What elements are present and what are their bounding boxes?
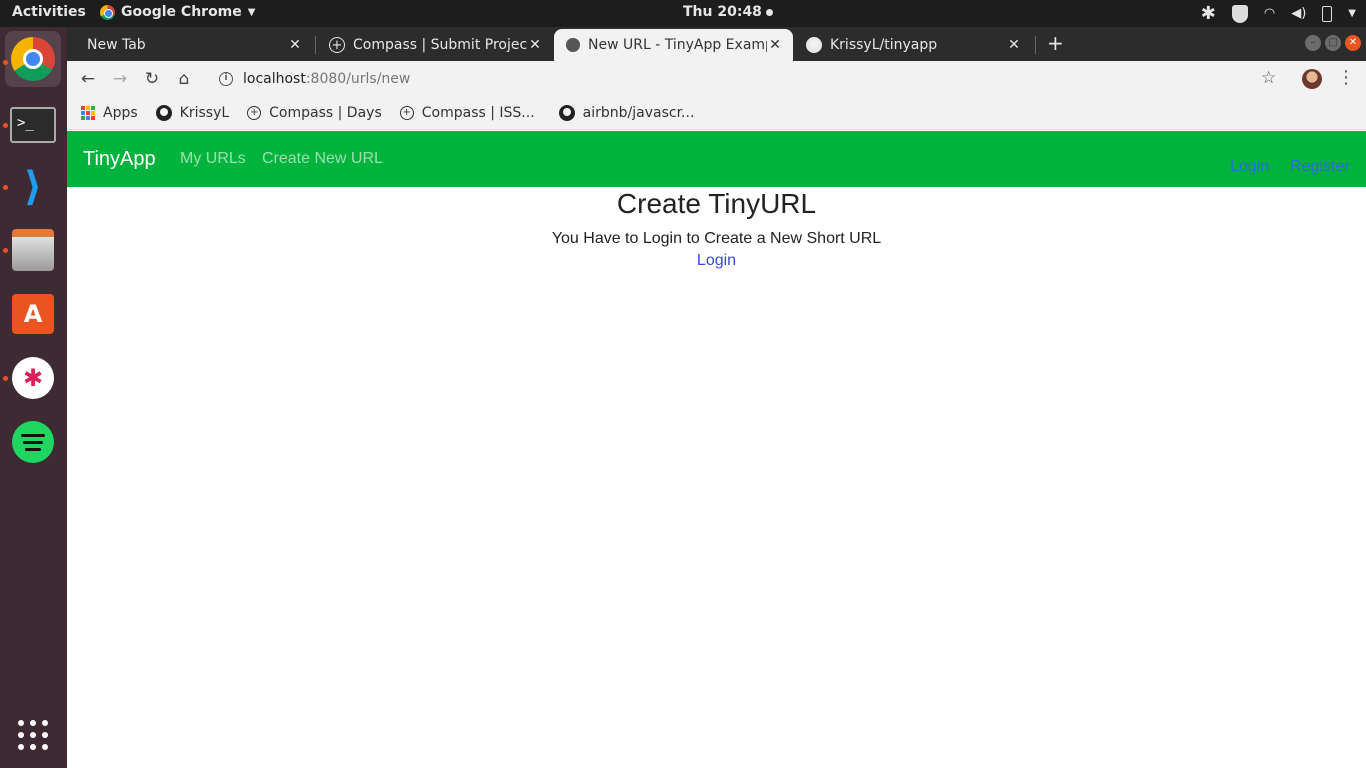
main-content: Create TinyURL You Have to Login to Crea… bbox=[67, 187, 1366, 270]
clock-label: Thu 20:48 bbox=[683, 4, 762, 20]
bookmark-label: Compass | Days bbox=[269, 105, 382, 121]
chevron-down-icon[interactable]: ▼ bbox=[1348, 8, 1356, 19]
running-indicator bbox=[3, 123, 8, 128]
github-icon bbox=[155, 105, 172, 121]
nav-my-urls[interactable]: My URLs bbox=[180, 150, 246, 168]
system-tray[interactable]: ✱ ◠ ◀) ▼ bbox=[1201, 3, 1356, 24]
tab-title: KrissyL/tinyapp bbox=[830, 37, 938, 53]
file-cabinet-icon bbox=[12, 229, 54, 271]
battery-icon[interactable] bbox=[1322, 5, 1333, 22]
tab-github-tinyapp[interactable]: KrissyL/tinyapp ✕ bbox=[794, 29, 1032, 61]
tab-tinyapp[interactable]: New URL - TinyApp Example ✕ bbox=[554, 29, 793, 61]
github-icon bbox=[806, 37, 822, 53]
tab-separator bbox=[1035, 36, 1036, 54]
reload-button[interactable]: ↻ bbox=[141, 68, 163, 90]
compass-icon: + bbox=[329, 37, 345, 53]
bookmarks-bar: Apps KrissyL + Compass | Days + Compass … bbox=[67, 97, 1366, 130]
globe-icon bbox=[566, 38, 580, 52]
bookmark-krissyl[interactable]: KrissyL bbox=[155, 105, 230, 121]
brand-link[interactable]: TinyApp bbox=[83, 148, 156, 171]
bookmark-label: Compass | ISS... bbox=[421, 105, 535, 121]
compass-icon: + bbox=[399, 106, 414, 120]
bookmark-label: KrissyL bbox=[179, 105, 230, 121]
close-icon[interactable]: ✕ bbox=[287, 37, 303, 53]
tab-strip: New Tab ✕ + Compass | Submit Project ✕ N… bbox=[67, 27, 1366, 61]
close-icon[interactable]: ✕ bbox=[1006, 37, 1022, 53]
shopping-bag-icon: A bbox=[12, 294, 54, 334]
bookmark-apps[interactable]: Apps bbox=[81, 105, 138, 121]
slack-icon: ✱ bbox=[12, 357, 54, 399]
window-close-button[interactable]: ✕ bbox=[1345, 35, 1361, 51]
dock-software[interactable]: A bbox=[10, 291, 56, 337]
kebab-menu-icon[interactable]: ⋮ bbox=[1337, 67, 1355, 88]
tab-title: New URL - TinyApp Example bbox=[588, 37, 767, 53]
login-link[interactable]: Login bbox=[697, 252, 736, 270]
address-bar[interactable]: i localhost:8080/urls/new bbox=[209, 65, 1289, 93]
chrome-icon bbox=[11, 37, 55, 81]
dock: >_ ⟩ A ✱ bbox=[0, 27, 67, 768]
page-viewport: TinyApp My URLs Create New URL Login Reg… bbox=[67, 131, 1366, 768]
slack-tray-icon[interactable]: ✱ bbox=[1201, 3, 1216, 24]
url-path: :8080/urls/new bbox=[305, 71, 411, 87]
notification-dot bbox=[765, 8, 773, 16]
apps-grid-icon bbox=[81, 106, 95, 120]
show-applications-button[interactable] bbox=[10, 712, 56, 758]
grid-icon bbox=[18, 720, 48, 750]
bookmark-compass-days[interactable]: + Compass | Days bbox=[247, 105, 382, 121]
dock-terminal[interactable]: >_ bbox=[10, 102, 56, 148]
tab-title: New Tab bbox=[87, 37, 146, 53]
new-tab-button[interactable]: + bbox=[1047, 33, 1064, 53]
running-indicator bbox=[3, 376, 8, 381]
navbar: TinyApp My URLs Create New URL Login Reg… bbox=[67, 131, 1366, 187]
bookmark-label: Apps bbox=[103, 105, 138, 121]
running-indicator bbox=[3, 60, 8, 65]
dock-vscode[interactable]: ⟩ bbox=[10, 164, 56, 210]
running-indicator bbox=[3, 248, 8, 253]
info-icon[interactable]: i bbox=[219, 72, 233, 86]
shield-icon[interactable] bbox=[1231, 4, 1248, 23]
dock-slack[interactable]: ✱ bbox=[10, 355, 56, 401]
bookmark-airbnb[interactable]: airbnb/javascr... bbox=[558, 105, 695, 121]
bookmark-compass-iss[interactable]: + Compass | ISS... bbox=[399, 105, 535, 121]
tab-new-tab[interactable]: New Tab ✕ bbox=[75, 29, 313, 61]
github-icon bbox=[558, 105, 575, 121]
page-title: Create TinyURL bbox=[616, 188, 817, 219]
tab-compass-submit[interactable]: + Compass | Submit Project ✕ bbox=[317, 29, 553, 61]
dock-files[interactable] bbox=[10, 227, 56, 273]
nav-create-new-url[interactable]: Create New URL bbox=[262, 150, 383, 168]
compass-icon: + bbox=[247, 106, 262, 120]
home-button[interactable]: ⌂ bbox=[173, 68, 195, 90]
system-top-bar: Activities Google Chrome ▼ Thu 20:48 ✱ ◠… bbox=[0, 0, 1366, 27]
back-button[interactable]: ← bbox=[77, 68, 99, 90]
maximize-button[interactable]: □ bbox=[1325, 35, 1341, 51]
browser-toolbar: ← → ↻ ⌂ i localhost:8080/urls/new ☆ ⋮ bbox=[67, 61, 1366, 97]
vscode-icon: ⟩ bbox=[23, 164, 43, 210]
nav-register[interactable]: Register bbox=[1290, 158, 1350, 176]
chrome-app-icon bbox=[100, 4, 115, 20]
wifi-icon[interactable]: ◠ bbox=[1264, 6, 1275, 21]
running-indicator bbox=[3, 185, 8, 190]
caret-down-icon: ▼ bbox=[247, 6, 256, 18]
tab-title: Compass | Submit Project bbox=[353, 37, 527, 53]
profile-avatar[interactable] bbox=[1302, 69, 1322, 89]
forward-button[interactable]: → bbox=[109, 68, 131, 90]
minimize-button[interactable]: – bbox=[1305, 35, 1321, 51]
app-menu-label: Google Chrome bbox=[121, 4, 242, 20]
nav-login[interactable]: Login bbox=[1230, 158, 1269, 176]
spotify-icon bbox=[12, 421, 54, 463]
dock-spotify[interactable] bbox=[10, 419, 56, 465]
tab-separator bbox=[315, 36, 316, 54]
clock[interactable]: Thu 20:48 bbox=[683, 4, 773, 20]
close-icon[interactable]: ✕ bbox=[767, 37, 783, 53]
bookmark-label: airbnb/javascr... bbox=[582, 105, 695, 121]
login-required-message: You Have to Login to Create a New Short … bbox=[551, 230, 882, 247]
activities-button[interactable]: Activities bbox=[12, 4, 86, 20]
dock-chrome[interactable] bbox=[5, 31, 61, 87]
app-menu[interactable]: Google Chrome ▼ bbox=[100, 4, 255, 20]
close-icon[interactable]: ✕ bbox=[527, 37, 543, 53]
bookmark-star-icon[interactable]: ☆ bbox=[1261, 68, 1276, 88]
url-host: localhost bbox=[243, 71, 306, 87]
volume-icon[interactable]: ◀) bbox=[1291, 6, 1306, 21]
terminal-icon: >_ bbox=[10, 107, 56, 143]
